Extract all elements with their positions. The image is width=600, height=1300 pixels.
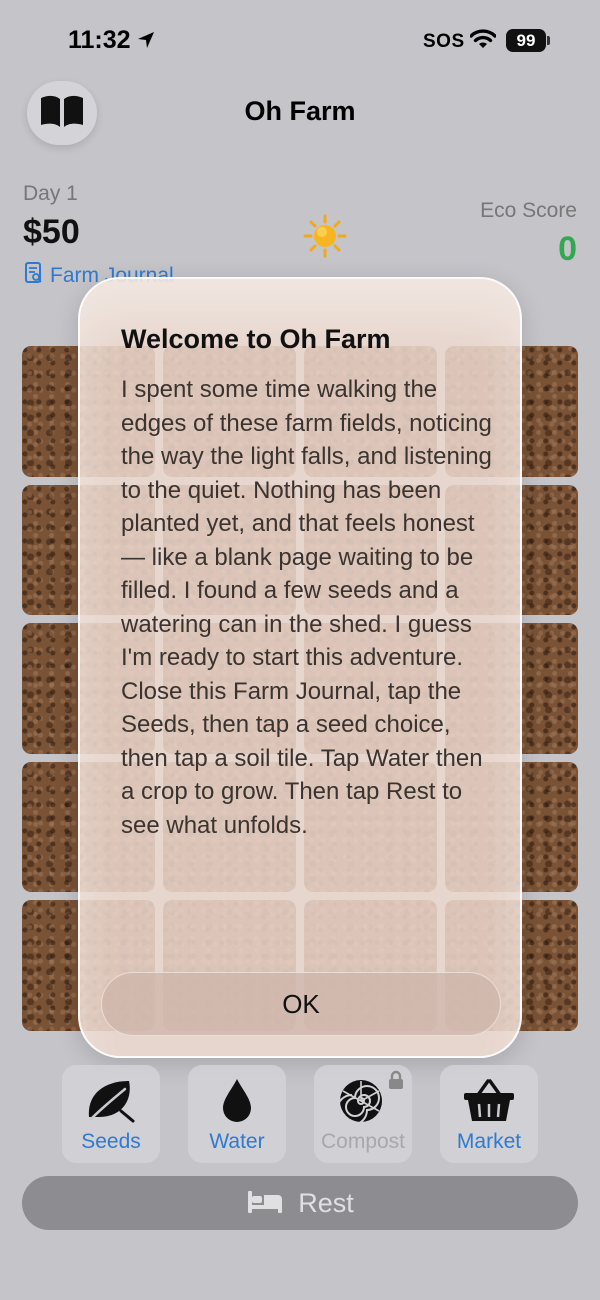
eco-score-value: 0 [558,230,577,268]
battery-indicator: 99 [506,29,546,52]
battery-tip [547,36,550,45]
rest-button[interactable]: Rest [22,1176,578,1230]
money-value: $50 [23,213,80,251]
rest-label: Rest [298,1187,354,1218]
journal-search-icon [24,262,44,290]
sos-indicator: SOS [423,31,465,52]
seeds-button[interactable]: Seeds [62,1065,160,1163]
basket-icon [440,1077,538,1123]
app-title: Oh Farm [244,96,356,126]
dialog-body: I spent some time walking the edges of t… [121,376,492,839]
dialog-title: Welcome to Oh Farm [121,324,391,354]
bed-icon [246,1187,284,1220]
location-arrow-icon [136,30,156,55]
water-label: Water [209,1130,265,1153]
day-label: Day 1 [23,182,78,205]
market-button[interactable]: Market [440,1065,538,1163]
welcome-dialog: Welcome to Oh Farm I spent some time wal… [78,277,522,1058]
water-drop-icon [188,1077,286,1123]
compost-label: Compost [320,1130,406,1153]
status-time: 11:32 [68,26,131,54]
status-bar: 11:32 SOS 99 [0,0,600,80]
wifi-icon [469,28,497,55]
toolbar: Seeds Water Compost Market [62,1065,538,1163]
ok-button[interactable]: OK [101,972,501,1036]
market-label: Market [456,1130,522,1153]
sun-icon [303,214,347,263]
lock-icon [388,1070,404,1095]
compost-button[interactable]: Compost [314,1065,412,1163]
leaf-icon [62,1077,160,1123]
water-button[interactable]: Water [188,1065,286,1163]
seeds-label: Seeds [81,1130,141,1153]
eco-score-label: Eco Score [480,199,577,222]
